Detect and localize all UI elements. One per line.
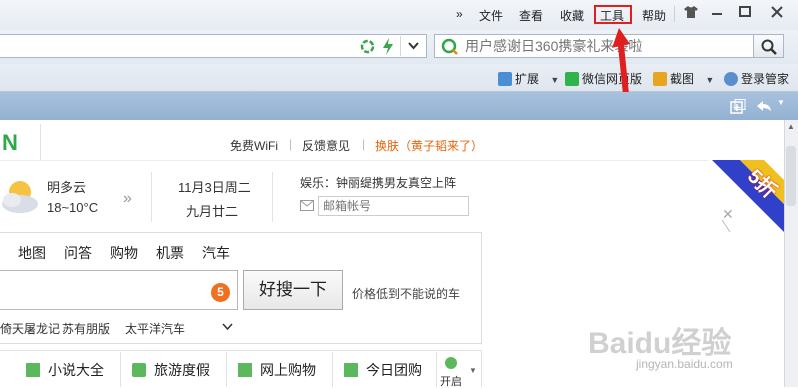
menu-more-icon[interactable]: » [456, 7, 463, 21]
menu-separator [674, 6, 675, 22]
watermark-brand: Baidu经验 [588, 327, 732, 360]
tab-strip: ▼ [0, 92, 798, 120]
mail-account-input[interactable] [318, 196, 469, 216]
coupon-icon [344, 363, 358, 377]
new-tab-icon[interactable] [730, 99, 746, 114]
lunar-date: 九月廿二 [186, 204, 239, 219]
login-manager-label: 登录管家 [741, 72, 790, 86]
extensions-label: 扩展 [515, 72, 540, 86]
category-shopping[interactable]: 网上购物 [238, 360, 316, 380]
category-label: 小说大全 [48, 362, 104, 378]
link-separator: | [362, 137, 366, 151]
weather-expand-icon[interactable]: » [123, 190, 132, 208]
hot-link-2[interactable]: 苏有朋版 [62, 320, 110, 337]
solar-date: 11月3日周二 [178, 180, 251, 195]
caret-down-icon: ▼ [550, 75, 560, 85]
category-group-buy[interactable]: 今日团购 [344, 360, 422, 380]
caret-down-icon[interactable]: ▼ [777, 98, 785, 107]
nav-cars[interactable]: 汽车 [202, 243, 230, 263]
menu-help[interactable]: 帮助 [642, 7, 666, 24]
screenshot-label: 截图 [670, 72, 695, 86]
refresh-icon[interactable] [360, 39, 375, 54]
search-button[interactable] [754, 34, 784, 58]
maximize-icon[interactable] [732, 4, 758, 24]
change-skin-link[interactable]: 换肤（黄子韬来了） [375, 137, 483, 154]
weather-temp[interactable]: 18~10°C [47, 200, 98, 215]
travel-icon [132, 363, 146, 377]
search-box[interactable] [434, 34, 754, 58]
divider [332, 352, 333, 387]
haosou-logo-icon [441, 38, 458, 55]
category-novels[interactable]: 小说大全 [26, 360, 104, 380]
mail-icon [300, 200, 314, 211]
lightning-icon[interactable] [382, 38, 394, 55]
hot-link-1[interactable]: 倚天屠龙记 [0, 320, 60, 337]
category-label: 今日团购 [366, 362, 422, 378]
main-search-input[interactable] [0, 270, 238, 310]
divider [120, 352, 121, 387]
caret-down-icon: ▼ [705, 75, 715, 85]
nav-flights[interactable]: 机票 [156, 243, 184, 263]
close-promo-icon[interactable]: ✕ [722, 206, 734, 223]
divider [272, 172, 273, 222]
undo-icon[interactable] [756, 100, 772, 112]
address-bar[interactable] [0, 34, 427, 58]
divider [436, 352, 437, 387]
weather-desc[interactable]: 明多云 [47, 177, 86, 196]
cloudy-weather-icon [2, 181, 38, 213]
shirt-icon[interactable] [678, 4, 704, 24]
book-icon [26, 363, 40, 377]
news-headline[interactable]: 娱乐：钟丽缇携男友真空上阵 [300, 174, 456, 191]
category-label: 旅游度假 [154, 362, 210, 378]
scroll-thumb[interactable] [786, 146, 796, 206]
header-divider [0, 160, 710, 161]
feedback-link[interactable]: 反馈意见 [302, 137, 350, 154]
search-hint[interactable]: 价格低到不能说的车 [352, 285, 460, 302]
watermark-url: jingyan.baidu.com [636, 357, 733, 371]
close-icon[interactable] [764, 4, 790, 24]
extensions-button[interactable]: 扩展 ▼ [498, 70, 559, 87]
search-submit-button[interactable]: 好搜一下 [243, 270, 343, 310]
screenshot-button[interactable]: 截图 ▼ [653, 70, 714, 87]
menu-view[interactable]: 查看 [519, 7, 543, 24]
search-count-badge[interactable]: 5 [211, 283, 230, 302]
search-input[interactable] [465, 36, 745, 56]
globe-icon [445, 357, 457, 369]
toolbar-row: 扩展 ▼ 微信网页版 截图 ▼ 登录管家 [0, 64, 798, 92]
key-icon [724, 72, 738, 86]
nav-qa[interactable]: 问答 [64, 243, 92, 263]
divider [40, 124, 41, 160]
scissors-icon [653, 72, 667, 86]
minimize-icon[interactable] [704, 4, 730, 24]
puzzle-icon [498, 72, 512, 86]
category-label: 网上购物 [260, 362, 316, 378]
scroll-up-icon[interactable]: ▲ [787, 122, 795, 131]
nav-map[interactable]: 地图 [18, 243, 46, 263]
menu-bar: » 文件 查看 收藏 工具 帮助 [0, 0, 798, 30]
site-logo[interactable]: N [2, 130, 18, 156]
login-manager-button[interactable]: 登录管家 [724, 70, 789, 87]
free-wifi-link[interactable]: 免费WiFi [230, 137, 278, 154]
hot-link-3[interactable]: 太平洋汽车 [125, 320, 185, 337]
chevron-down-icon[interactable] [222, 323, 233, 331]
caret-down-icon[interactable]: ▼ [469, 366, 477, 375]
menu-favorites[interactable]: 收藏 [560, 7, 584, 24]
divider [151, 172, 152, 222]
link-separator: | [289, 137, 293, 151]
cart-icon [238, 363, 252, 377]
wechat-icon [565, 72, 579, 86]
chevron-down-icon [408, 42, 419, 50]
menu-file[interactable]: 文件 [479, 7, 503, 24]
category-travel[interactable]: 旅游度假 [132, 360, 210, 380]
address-dropdown[interactable] [400, 36, 426, 56]
divider [226, 352, 227, 387]
nav-shopping[interactable]: 购物 [110, 243, 138, 263]
search-icon [761, 39, 777, 55]
